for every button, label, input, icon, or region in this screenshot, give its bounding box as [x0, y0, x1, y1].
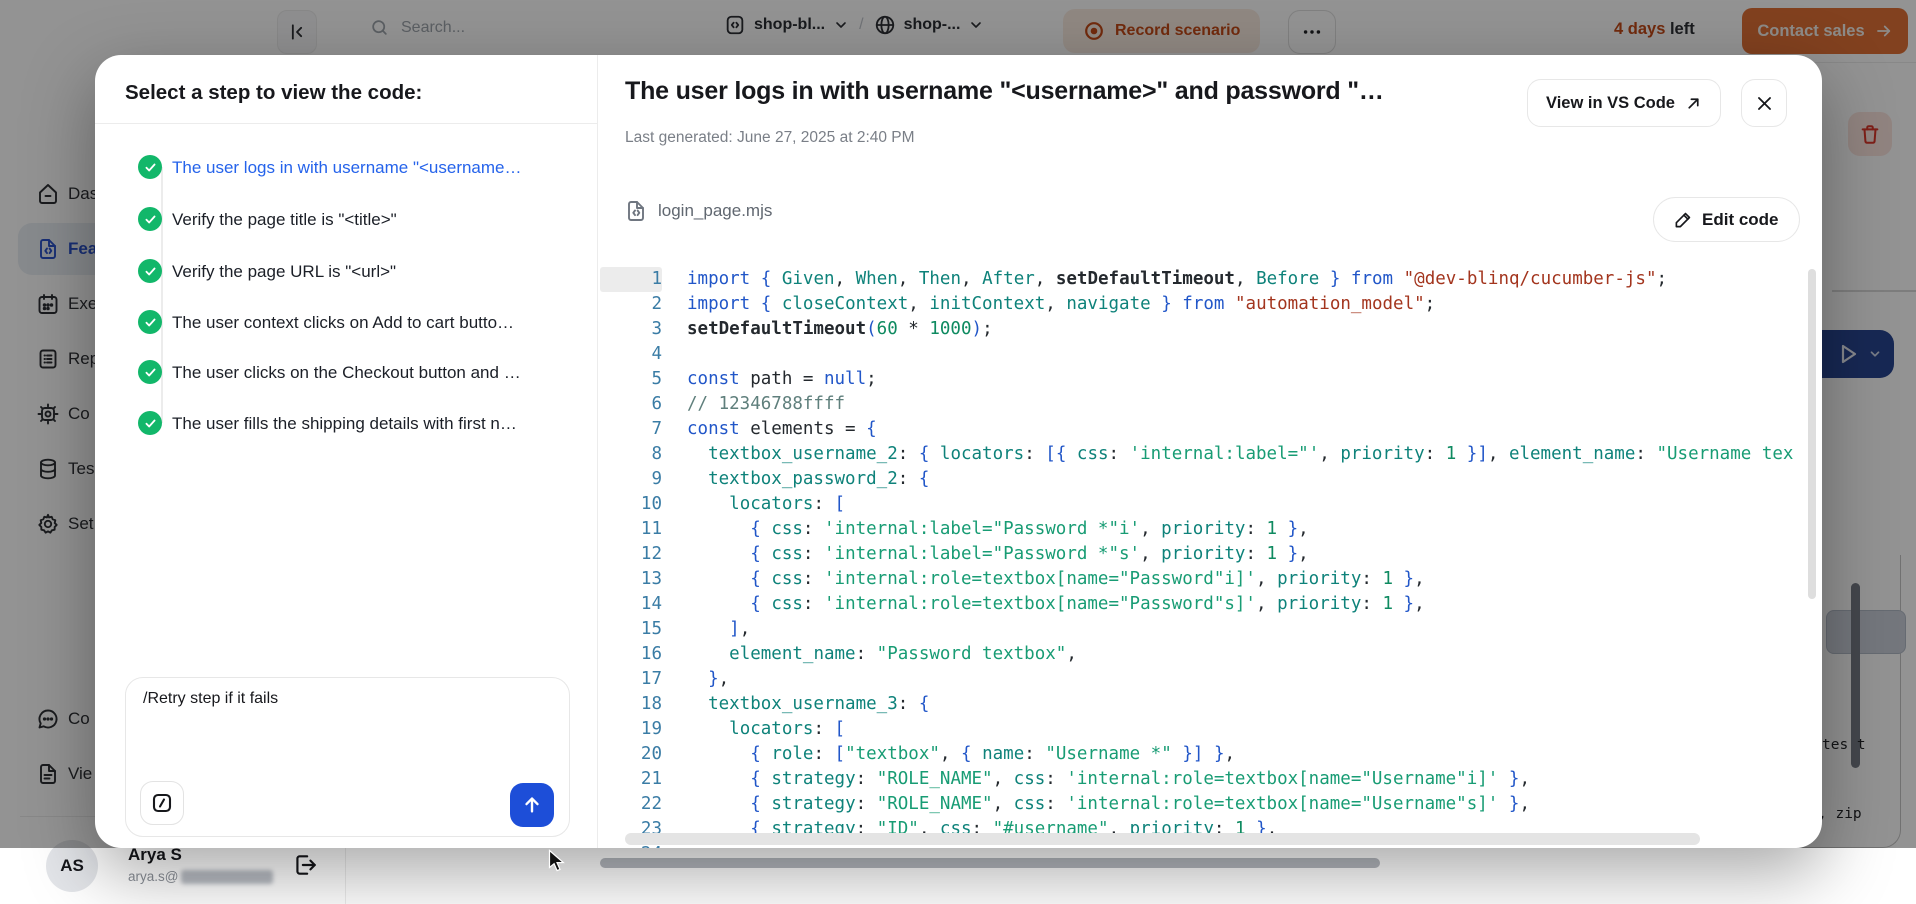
external-link-icon [1685, 95, 1702, 112]
line-number: 8 [600, 442, 662, 467]
line-number: 14 [600, 592, 662, 617]
line-number: 16 [600, 642, 662, 667]
logout-button[interactable] [292, 852, 318, 878]
code-line-12: 12 { css: 'internal:label="Password *"s'… [600, 542, 1822, 567]
line-number: 17 [600, 667, 662, 692]
step-label: The user logs in with username "<usernam… [172, 156, 522, 179]
steps-header-divider [95, 123, 597, 124]
pane-divider [597, 55, 598, 848]
line-number: 21 [600, 767, 662, 792]
line-number: 11 [600, 517, 662, 542]
line-number: 3 [600, 317, 662, 342]
code-vertical-scrollbar[interactable] [1808, 269, 1816, 599]
mouse-cursor [548, 849, 566, 874]
code-horizontal-scrollbar[interactable] [625, 833, 1700, 845]
close-icon [1755, 94, 1774, 113]
line-number: 7 [600, 417, 662, 442]
step-item-1[interactable]: The user logs in with username "<usernam… [95, 155, 595, 179]
code-line-13: 13 { css: 'internal:role=textbox[name="P… [600, 567, 1822, 592]
step-item-2[interactable]: Verify the page title is "<title>" [95, 207, 595, 231]
code-line-5: 5const path = null; [600, 367, 1822, 392]
code-line-21: 21 { strategy: "ROLE_NAME", css: 'intern… [600, 767, 1822, 792]
user-name: Arya S [128, 845, 182, 865]
code-line-15: 15 ], [600, 617, 1822, 642]
line-number: 15 [600, 617, 662, 642]
line-number: 4 [600, 342, 662, 367]
line-number: 22 [600, 792, 662, 817]
close-dialog-button[interactable] [1741, 79, 1787, 127]
line-number: 10 [600, 492, 662, 517]
line-number: 18 [600, 692, 662, 717]
code-file-row: login_page.mjs [624, 199, 772, 223]
code-line-2: 2import { closeContext, initContext, nav… [600, 292, 1822, 317]
code-line-19: 19 locators: [ [600, 717, 1822, 742]
steps-connector-line [161, 167, 163, 423]
horizontal-scrollbar[interactable] [600, 858, 1380, 868]
line-number: 1 [600, 267, 662, 292]
step-label: Verify the page title is "<title>" [172, 208, 397, 231]
step-label: The user fills the shipping details with… [172, 412, 517, 435]
code-line-11: 11 { css: 'internal:label="Password *"i'… [600, 517, 1822, 542]
step-label: Verify the page URL is "<url>" [172, 260, 396, 283]
line-number: 2 [600, 292, 662, 317]
pencil-icon [1674, 210, 1693, 229]
code-line-10: 10 locators: [ [600, 492, 1822, 517]
code-line-6: 6// 12346788ffff [600, 392, 1822, 417]
view-code-dialog: Select a step to view the code: The user… [95, 55, 1822, 848]
prompt-input[interactable]: /Retry step if it fails [125, 677, 570, 837]
code-line-8: 8 textbox_username_2: { locators: [{ css… [600, 442, 1822, 467]
code-viewer[interactable]: 1import { Given, When, Then, After, setD… [600, 267, 1822, 848]
line-number: 6 [600, 392, 662, 417]
user-email: arya.s@ [128, 869, 273, 884]
code-line-9: 9 textbox_password_2: { [600, 467, 1822, 492]
line-number: 13 [600, 567, 662, 592]
dialog-title: The user logs in with username "<usernam… [625, 77, 1510, 106]
arrow-up-icon [521, 794, 543, 816]
slash-command-button[interactable] [140, 781, 184, 825]
check-circle-icon [138, 360, 162, 384]
check-circle-icon [138, 411, 162, 435]
check-circle-icon [138, 259, 162, 283]
step-item-3[interactable]: Verify the page URL is "<url>" [95, 259, 595, 283]
step-label: The user context clicks on Add to cart b… [172, 311, 514, 334]
check-circle-icon [138, 207, 162, 231]
code-line-1: 1import { Given, When, Then, After, setD… [600, 267, 1822, 292]
logout-icon [292, 852, 318, 878]
step-item-6[interactable]: The user fills the shipping details with… [95, 411, 595, 435]
line-number: 5 [600, 367, 662, 392]
line-number: 9 [600, 467, 662, 492]
code-line-16: 16 element_name: "Password textbox", [600, 642, 1822, 667]
view-in-vscode-button[interactable]: View in VS Code [1527, 79, 1721, 127]
submit-prompt-button[interactable] [510, 783, 554, 827]
edit-code-label: Edit code [1702, 210, 1779, 230]
code-line-7: 7const elements = { [600, 417, 1822, 442]
check-circle-icon [138, 310, 162, 334]
step-item-5[interactable]: The user clicks on the Checkout button a… [95, 360, 595, 384]
code-line-20: 20 { role: ["textbox", { name: "Username… [600, 742, 1822, 767]
code-line-14: 14 { css: 'internal:role=textbox[name="P… [600, 592, 1822, 617]
redacted-email-domain [181, 870, 273, 884]
screen: Search... shop-bl... / shop-... [0, 0, 1916, 904]
file-code-icon [624, 199, 648, 223]
line-number: 12 [600, 542, 662, 567]
prompt-text: /Retry step if it fails [143, 690, 278, 708]
slash-command-icon [150, 791, 174, 815]
avatar-initials: AS [60, 856, 84, 876]
check-circle-icon [138, 155, 162, 179]
view-in-vscode-label: View in VS Code [1546, 94, 1675, 113]
code-filename: login_page.mjs [658, 201, 772, 221]
code-line-22: 22 { strategy: "ROLE_NAME", css: 'intern… [600, 792, 1822, 817]
steps-header: Select a step to view the code: [125, 81, 422, 105]
last-generated-timestamp: Last generated: June 27, 2025 at 2:40 PM [625, 129, 915, 147]
user-email-prefix: arya.s@ [128, 869, 178, 884]
line-number: 20 [600, 742, 662, 767]
line-number: 19 [600, 717, 662, 742]
code-line-3: 3setDefaultTimeout(60 * 1000); [600, 317, 1822, 342]
step-item-4[interactable]: The user context clicks on Add to cart b… [95, 310, 595, 334]
code-line-18: 18 textbox_username_3: { [600, 692, 1822, 717]
code-line-17: 17 }, [600, 667, 1822, 692]
code-line-4: 4 [600, 342, 1822, 367]
step-label: The user clicks on the Checkout button a… [172, 361, 521, 384]
edit-code-button[interactable]: Edit code [1653, 197, 1800, 242]
